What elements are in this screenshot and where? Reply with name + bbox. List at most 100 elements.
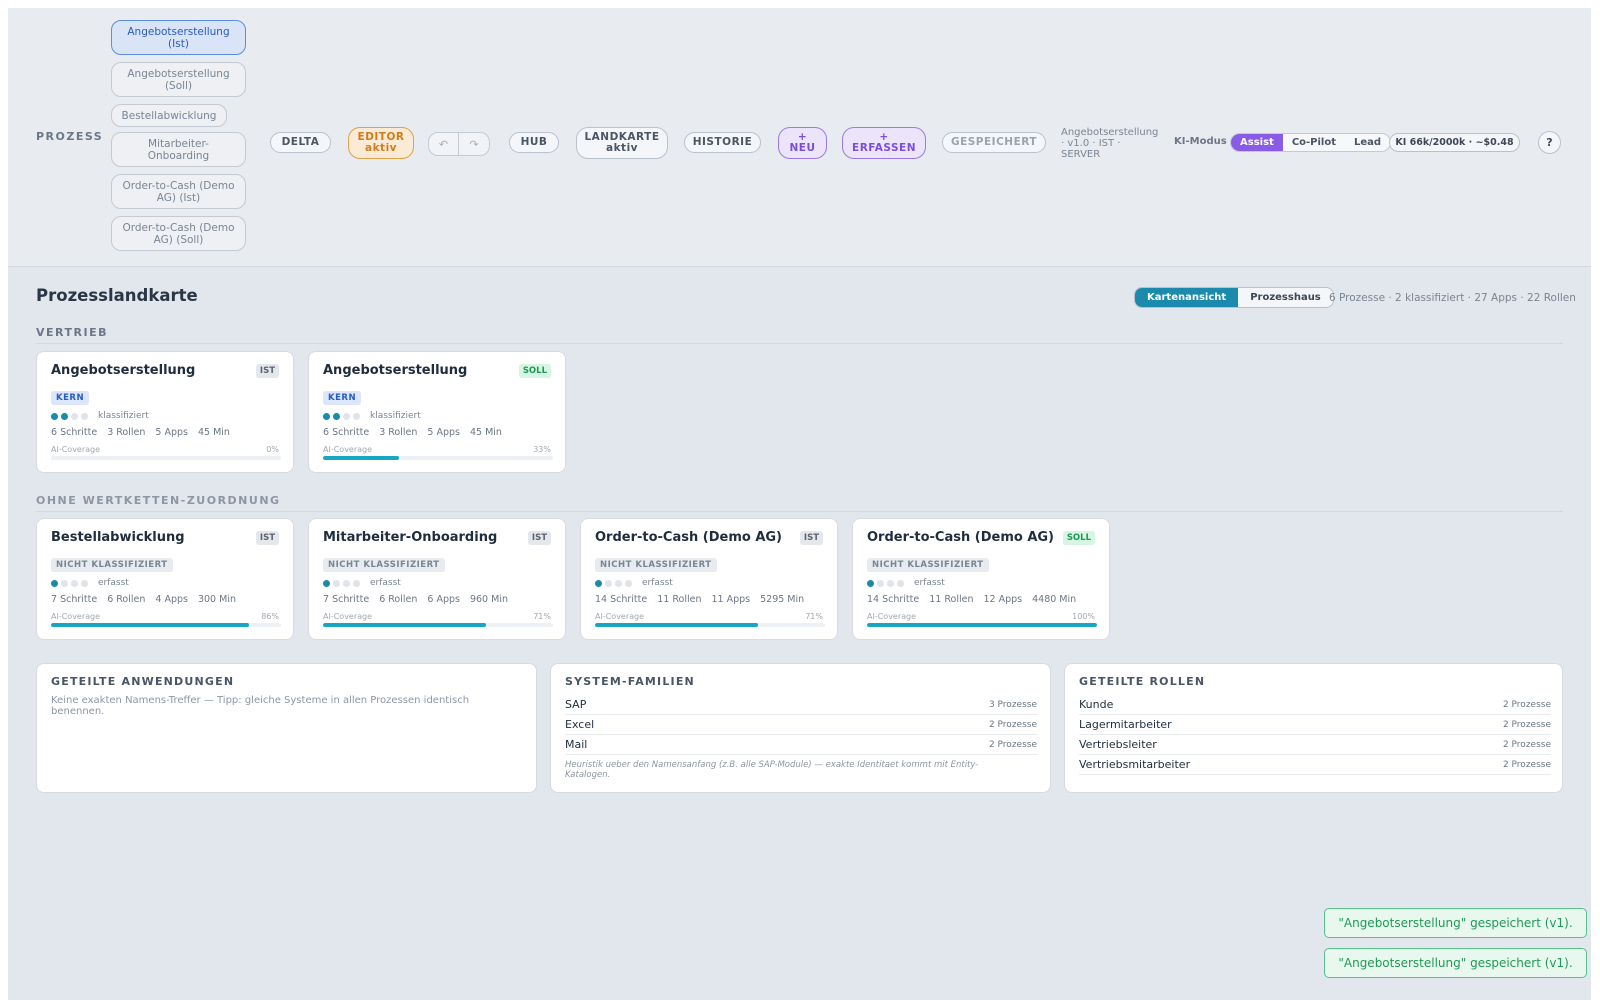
version-info: Angebotserstellung · v1.0 · IST · SERVER <box>1061 127 1159 160</box>
steps-count: 14 Schritte <box>595 594 648 605</box>
card-meta: 7 Schritte 6 Rollen 4 Apps 300 Min <box>51 594 236 605</box>
card-title: Angebotserstellung <box>323 363 468 378</box>
shared-apps-panel: GETEILTE ANWENDUNGEN Keine exakten Namen… <box>36 663 537 793</box>
coverage-percent: 33% <box>533 445 551 454</box>
coverage-label: AI-Coverage <box>323 612 373 621</box>
apps-count: 4 Apps <box>155 594 188 605</box>
page-title: Prozesslandkarte <box>36 286 198 305</box>
neu-button[interactable]: + NEU <box>778 127 827 159</box>
apps-count: 5 Apps <box>427 427 460 438</box>
process-item-bestellabwicklung[interactable]: Bestellabwicklung <box>111 104 227 127</box>
tab-kartenansicht[interactable]: Kartenansicht <box>1135 288 1239 307</box>
hub-button[interactable]: HUB <box>509 132 559 153</box>
maturity-status: klassifiziert <box>370 411 421 421</box>
process-item-mitarbeiter-onboarding[interactable]: Mitarbeiter-Onboarding <box>111 132 246 167</box>
view-toggle: Kartenansicht Prozesshaus <box>1134 287 1334 308</box>
process-toolbar: PROZESS Angebotserstellung (Ist) Angebot… <box>8 8 1591 267</box>
editor-button[interactable]: EDITOR aktiv <box>348 127 414 159</box>
list-item: Vertriebsleiter 2 Prozesse <box>1079 735 1551 755</box>
maturity-dot <box>61 412 68 420</box>
maturity-dot <box>615 579 622 587</box>
card-meta: 6 Schritte 3 Rollen 5 Apps 45 Min <box>323 427 502 438</box>
maturity-dots: erfasst <box>51 578 129 588</box>
maturity-dot <box>625 579 632 587</box>
ki-modus-label: KI-Modus <box>1174 136 1227 147</box>
landkarte-button[interactable]: LANDKARTE aktiv <box>576 127 668 159</box>
app-window: PROZESS Angebotserstellung (Ist) Angebot… <box>8 8 1591 1000</box>
ki-mode-lead[interactable]: Lead <box>1345 134 1390 151</box>
maturity-dot <box>867 579 874 587</box>
card-meta: 14 Schritte 11 Rollen 12 Apps 4480 Min <box>867 594 1076 605</box>
card-meta: 6 Schritte 3 Rollen 5 Apps 45 Min <box>51 427 230 438</box>
role-count: 2 Prozesse <box>1502 719 1551 730</box>
role-count: 2 Prozesse <box>1502 699 1551 710</box>
ki-mode-selector: Assist Co-Pilot Lead <box>1230 133 1392 152</box>
undo-icon[interactable]: ↶ <box>428 132 459 156</box>
coverage-bar <box>51 623 281 627</box>
help-button[interactable]: ? <box>1538 131 1561 154</box>
process-card[interactable]: Angebotserstellung IST KERN klassifizier… <box>36 351 294 473</box>
delta-button[interactable]: DELTA <box>270 132 331 153</box>
erfassen-button[interactable]: + ERFASSEN <box>842 127 926 159</box>
panel-footnote: Heuristik ueber den Namensanfang (z.B. a… <box>565 760 979 780</box>
coverage-percent: 71% <box>805 612 823 621</box>
process-item-angebotserstellung-ist[interactable]: Angebotserstellung (Ist) <box>111 20 246 55</box>
maturity-status: erfasst <box>98 578 129 588</box>
apps-count: 6 Apps <box>427 594 460 605</box>
card-class-badge: KERN <box>323 391 362 405</box>
card-state-badge: IST <box>255 364 279 378</box>
coverage-bar-fill <box>595 623 759 627</box>
maturity-dots: klassifiziert <box>51 411 149 421</box>
shared-role-list: Kunde 2 Prozesse Lagermitarbeiter 2 Prozes… <box>1079 695 1551 775</box>
neu-button-label: NEU <box>789 142 816 154</box>
coverage-bar <box>323 623 553 627</box>
duration: 300 Min <box>197 594 236 605</box>
card-title: Order-to-Cash (Demo AG) <box>595 530 782 545</box>
section-divider <box>36 343 1563 344</box>
maturity-status: erfasst <box>914 578 945 588</box>
coverage-bar-fill <box>51 623 249 627</box>
list-item: Vertriebsmitarbeiter 2 Prozesse <box>1079 755 1551 775</box>
roles-count: 3 Rollen <box>107 427 146 438</box>
maturity-status: erfasst <box>370 578 401 588</box>
maturity-dots: erfasst <box>595 578 673 588</box>
toast-notification: "Angebotserstellung" gespeichert (v1). <box>1324 948 1587 978</box>
process-item-order-to-cash-ist[interactable]: Order-to-Cash (Demo AG) (Ist) <box>111 174 246 209</box>
process-item-order-to-cash-soll[interactable]: Order-to-Cash (Demo AG) (Soll) <box>111 216 246 251</box>
family-count: 3 Prozesse <box>988 699 1037 710</box>
maturity-dot <box>333 579 340 587</box>
role-name: Vertriebsmitarbeiter <box>1079 758 1191 771</box>
ki-mode-copilot[interactable]: Co-Pilot <box>1283 134 1345 151</box>
card-state-badge: IST <box>255 531 279 545</box>
undo-redo-group: ↶ ↷ <box>428 132 490 156</box>
coverage-label: AI-Coverage <box>51 445 101 454</box>
process-card[interactable]: Bestellabwicklung IST NICHT KLASSIFIZIER… <box>36 518 294 640</box>
coverage-bar <box>867 623 1097 627</box>
process-card[interactable]: Order-to-Cash (Demo AG) SOLL NICHT KLASS… <box>852 518 1110 640</box>
family-count: 2 Prozesse <box>988 739 1037 750</box>
maturity-dots: erfasst <box>867 578 945 588</box>
card-title: Order-to-Cash (Demo AG) <box>867 530 1054 545</box>
coverage-bar-fill <box>323 456 399 460</box>
coverage-bar <box>323 456 553 460</box>
coverage-percent: 100% <box>1072 612 1095 621</box>
process-card[interactable]: Angebotserstellung SOLL KERN klassifizie… <box>308 351 566 473</box>
maturity-dot <box>61 579 68 587</box>
list-item: Mail 2 Prozesse <box>565 735 1037 755</box>
duration: 960 Min <box>469 594 508 605</box>
card-title: Mitarbeiter-Onboarding <box>323 530 498 545</box>
process-item-angebotserstellung-soll[interactable]: Angebotserstellung (Soll) <box>111 62 246 97</box>
redo-icon[interactable]: ↷ <box>459 132 490 156</box>
family-name: Excel <box>565 718 595 731</box>
historie-button[interactable]: HISTORIE <box>684 132 761 153</box>
roles-count: 3 Rollen <box>379 427 418 438</box>
panel-title: GETEILTE ANWENDUNGEN <box>51 675 235 688</box>
steps-count: 6 Schritte <box>323 427 370 438</box>
panel-note: Keine exakten Namens-Treffer — Tipp: gle… <box>51 695 470 717</box>
maturity-dot <box>323 579 330 587</box>
process-card[interactable]: Order-to-Cash (Demo AG) IST NICHT KLASSI… <box>580 518 838 640</box>
ki-mode-assist[interactable]: Assist <box>1231 134 1283 151</box>
maturity-dot <box>51 412 58 420</box>
process-card[interactable]: Mitarbeiter-Onboarding IST NICHT KLASSIF… <box>308 518 566 640</box>
tab-prozesshaus[interactable]: Prozesshaus <box>1238 288 1333 307</box>
